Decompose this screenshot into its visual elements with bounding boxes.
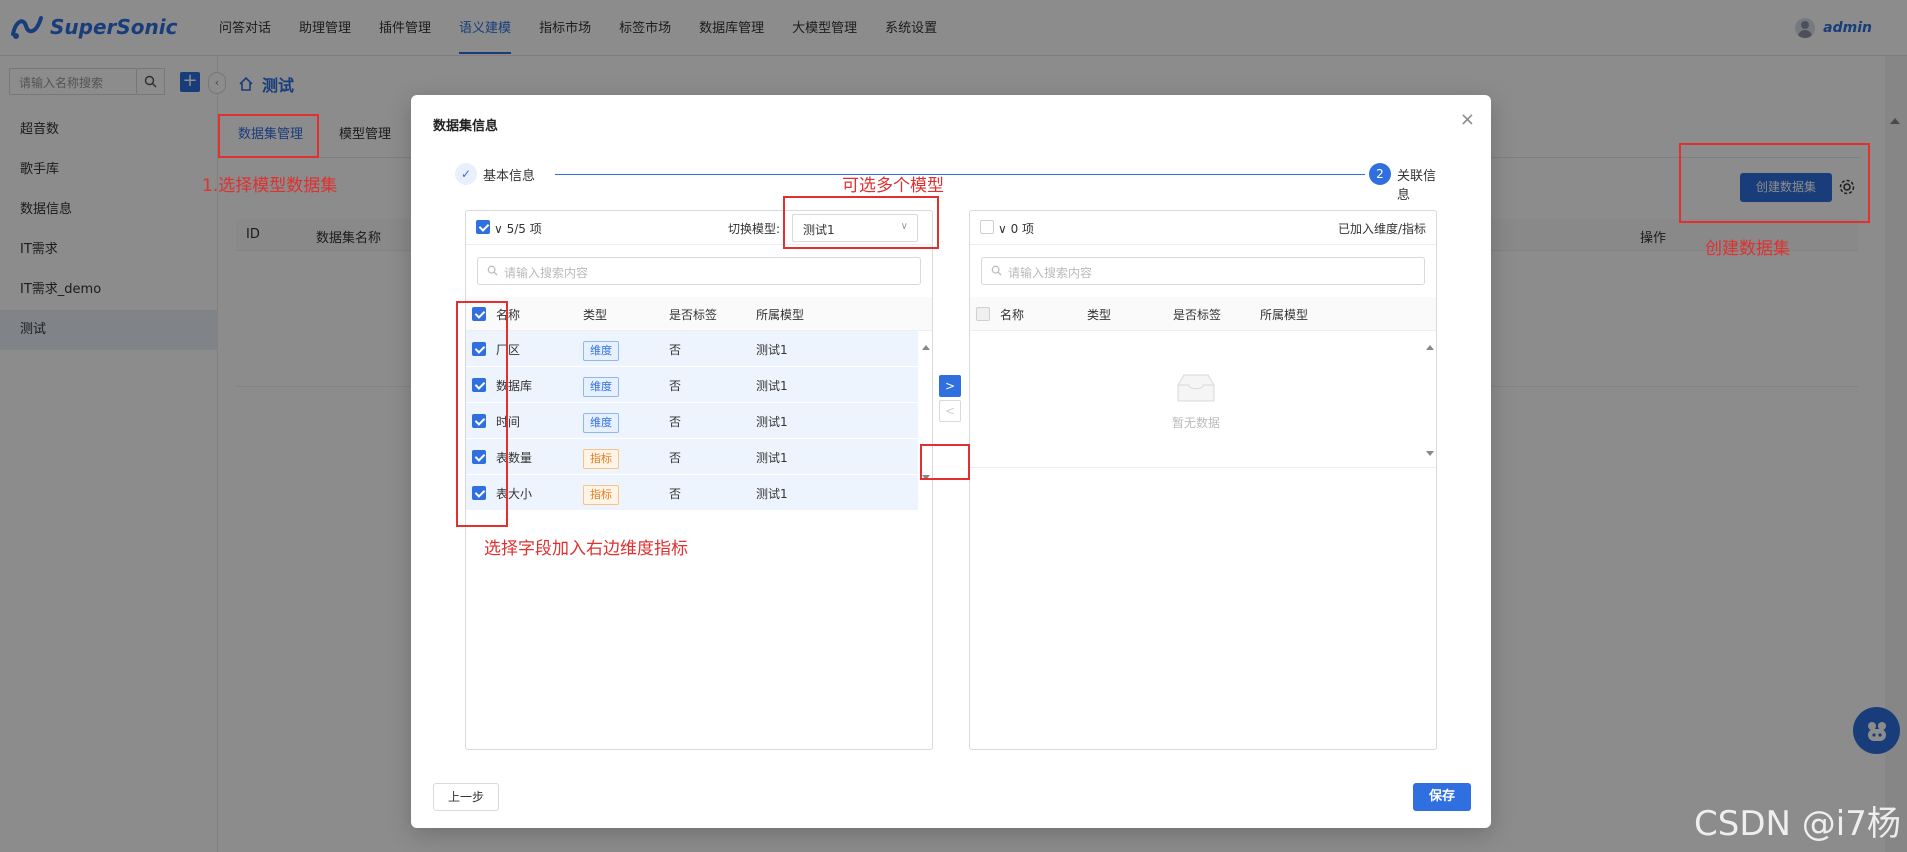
target-select-all-checkbox[interactable]	[980, 220, 994, 234]
target-table-header: 名称 类型 是否标签 所属模型	[970, 297, 1436, 331]
switch-model-label: 切换模型:	[728, 222, 781, 236]
annotation-box-checkboxes	[456, 301, 508, 527]
target-panel-header: ∨ 0 项 已加入维度/指标	[970, 211, 1436, 245]
row-is-tag: 否	[669, 487, 682, 501]
modal-title: 数据集信息	[433, 119, 499, 134]
row-model: 测试1	[756, 487, 788, 501]
col-name: 名称	[1000, 308, 1025, 322]
annotation-box-move-right	[920, 444, 970, 480]
annotation-select-model: 1.选择模型数据集	[202, 176, 338, 196]
source-count-text: 5/5 项	[506, 222, 542, 236]
check-icon: ✓	[455, 163, 477, 185]
type-badge: 维度	[583, 377, 619, 397]
type-badge: 维度	[583, 413, 619, 433]
target-search-input[interactable]: 请输入搜索内容	[981, 257, 1425, 285]
move-right-button[interactable]: >	[939, 375, 961, 397]
source-panel: ∨ 5/5 项 切换模型: 测试1 ∨ 请输入搜索内容 名称 类型 是否标签 所…	[465, 210, 933, 750]
col-type: 类型	[1087, 308, 1112, 322]
target-panel: ∨ 0 项 已加入维度/指标 请输入搜索内容 名称 类型 是否标签 所属模型 暂…	[969, 210, 1437, 750]
source-table-header: 名称 类型 是否标签 所属模型	[466, 297, 932, 331]
target-search-placeholder: 请输入搜索内容	[1008, 266, 1093, 280]
annotation-box-tab	[218, 114, 319, 158]
step-relation-info[interactable]: 关联信息	[1397, 165, 1445, 203]
empty-text: 暂无数据	[1171, 416, 1220, 430]
source-search-input[interactable]: 请输入搜索内容	[477, 257, 921, 285]
col-is-tag: 是否标签	[669, 308, 718, 322]
prev-step-button[interactable]: 上一步	[433, 783, 499, 811]
row-is-tag: 否	[669, 379, 682, 393]
select-all-checkbox[interactable]	[476, 220, 490, 234]
table-row[interactable]: 时间 维度否测试1	[466, 403, 918, 439]
move-left-button[interactable]: <	[939, 400, 961, 422]
row-model: 测试1	[756, 379, 788, 393]
steps: ✓ 基本信息 2 关联信息	[455, 163, 1445, 203]
search-icon	[487, 265, 498, 276]
step-basic-info[interactable]: 基本信息	[483, 165, 535, 184]
close-icon[interactable]: ×	[1460, 109, 1475, 130]
annotation-box-create	[1679, 143, 1870, 223]
target-count[interactable]: ∨ 0 项	[998, 220, 1034, 237]
row-is-tag: 否	[669, 343, 682, 357]
step-connector	[555, 174, 1365, 175]
type-badge: 指标	[583, 449, 619, 469]
annotation-multi-model: 可选多个模型	[842, 176, 944, 196]
annotation-create-dataset: 创建数据集	[1705, 239, 1790, 259]
type-badge: 指标	[583, 485, 619, 505]
row-is-tag: 否	[669, 451, 682, 465]
col-type: 类型	[583, 308, 608, 322]
scroll-down-icon[interactable]	[1426, 451, 1434, 456]
target-header-checkbox[interactable]	[976, 307, 990, 321]
scroll-up-icon[interactable]	[1426, 345, 1434, 350]
table-row[interactable]: 厂区 维度否测试1	[466, 331, 918, 367]
type-badge: 维度	[583, 341, 619, 361]
col-is-tag: 是否标签	[1173, 308, 1222, 322]
target-panel-title: 已加入维度/指标	[1337, 222, 1426, 236]
empty-inbox-icon	[1177, 374, 1215, 402]
col-model: 所属模型	[1260, 308, 1309, 322]
step-number-badge: 2	[1369, 163, 1391, 185]
table-row[interactable]: 表大小 指标否测试1	[466, 475, 918, 511]
search-icon	[991, 265, 1002, 276]
col-model: 所属模型	[756, 308, 805, 322]
scroll-up-icon[interactable]	[922, 345, 930, 350]
row-is-tag: 否	[669, 415, 682, 429]
source-search-placeholder: 请输入搜索内容	[504, 266, 589, 280]
annotation-select-fields: 选择字段加入右边维度指标	[484, 539, 688, 559]
table-row[interactable]: 数据库 维度否测试1	[466, 367, 918, 403]
target-count-text: 0 项	[1010, 222, 1035, 236]
table-row[interactable]: 表数量 指标否测试1	[466, 439, 918, 475]
source-count[interactable]: ∨ 5/5 项	[494, 220, 542, 237]
row-model: 测试1	[756, 451, 788, 465]
empty-state: 暂无数据	[970, 371, 1422, 431]
save-button[interactable]: 保存	[1413, 783, 1471, 811]
watermark: CSDN @i7杨	[1694, 804, 1901, 844]
row-model: 测试1	[756, 415, 788, 429]
divider	[970, 467, 1436, 468]
row-model: 测试1	[756, 343, 788, 357]
annotation-box-switch-model	[783, 196, 939, 249]
